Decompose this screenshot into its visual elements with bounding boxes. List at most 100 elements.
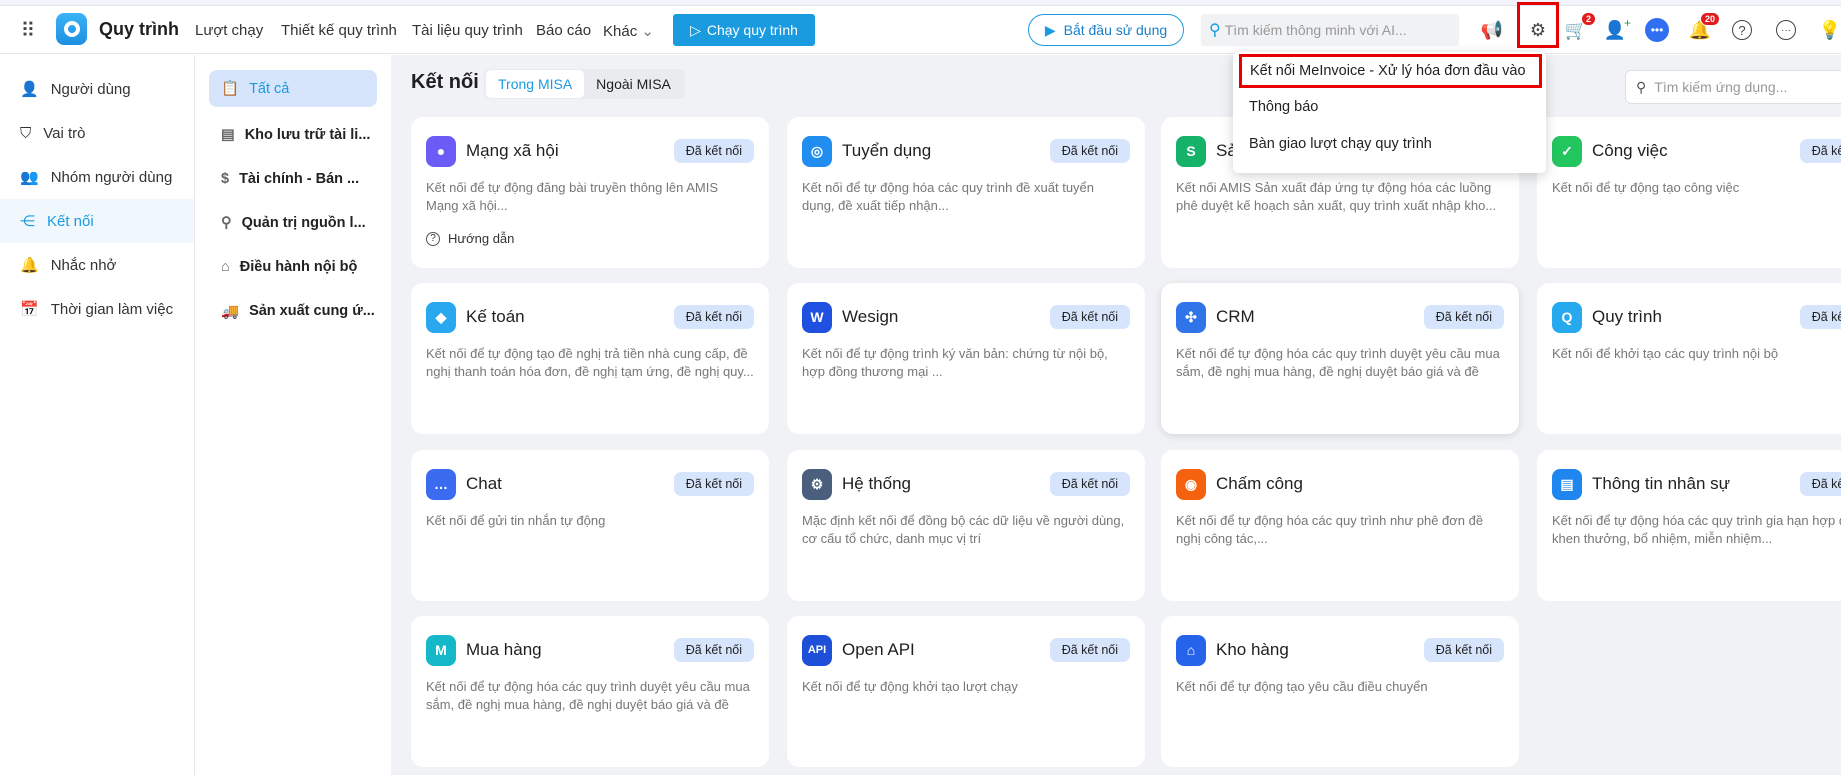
connection-card[interactable]: ✓ Công việc Đã kết nối Kết nối để tự động t… xyxy=(1537,117,1841,268)
app-logo xyxy=(56,13,87,45)
card-title: CRM xyxy=(1216,307,1255,326)
chat-icon[interactable]: ••• xyxy=(1645,18,1669,42)
category-hr[interactable]: ⚲ Quản trị nguồn l... xyxy=(209,201,377,245)
nav-docs[interactable]: Tài liệu quy trình xyxy=(412,22,523,39)
sidebar-item-groups[interactable]: 👥 Nhóm người dùng xyxy=(0,155,194,199)
card-description: Kết nối để khởi tạo các quy trình nội bộ xyxy=(1552,346,1779,361)
connected-badge: Đã kết nối xyxy=(673,139,754,163)
connected-badge: Đã kết nối xyxy=(1799,139,1841,163)
app-icon: Q xyxy=(1552,301,1582,333)
menu-item-meinvoice[interactable]: Kết nối MeInvoice - Xử lý hóa đơn đầu và… xyxy=(1239,54,1542,88)
guide-link[interactable]: ? Hướng dẫn xyxy=(426,231,754,246)
app-icon: ● xyxy=(426,135,456,167)
sidebar-item-label: Thời gian làm việc xyxy=(50,300,174,318)
sidebar-item-roles[interactable]: ⛉ Vai trò xyxy=(0,111,194,155)
connection-card[interactable]: ✣ CRM Đã kết nối Kết nối để tự động hóa các… xyxy=(1161,283,1519,434)
megaphone-icon[interactable]: 📢 xyxy=(1480,18,1504,42)
category-document-storage[interactable]: ▤ Kho lưu trữ tài li... xyxy=(209,113,377,157)
nav-more[interactable]: Khác ⌄ xyxy=(603,22,654,40)
connected-badge: Đã kết nối xyxy=(1423,638,1504,662)
card-header: ⌂ Kho hàng Đã kết nối xyxy=(1176,634,1504,666)
connection-card[interactable]: ◆ Kế toán Đã kết nối Kết nối để tự động tạo… xyxy=(411,283,769,434)
nav-reports[interactable]: Báo cáo xyxy=(536,22,591,39)
card-title: Chấm công xyxy=(1216,474,1303,493)
card-header: W Wesign Đã kết nối xyxy=(802,301,1130,333)
connection-card[interactable]: ◉ Chấm công Kết nối để tự động hóa các quy… xyxy=(1161,450,1519,601)
sidebar-item-users[interactable]: 👤 Người dùng xyxy=(0,67,194,111)
connection-card[interactable]: Q Quy trình Đã kết nối Kết nối để khởi tạo … xyxy=(1537,283,1841,434)
truck-icon: 🚚 xyxy=(221,303,240,320)
get-started-button[interactable]: ▶ Bắt đầu sử dụng xyxy=(1028,14,1184,46)
connection-card[interactable]: API Open API Đã kết nối Kết nối để tự động … xyxy=(787,616,1145,767)
help-circle-icon: ? xyxy=(426,231,440,246)
bell-icon: 🔔 xyxy=(20,257,39,274)
sidebar-item-connections[interactable]: ⋲ Kết nối xyxy=(0,199,194,243)
app-icon: S xyxy=(1176,135,1206,167)
menu-item-notifications[interactable]: Thông báo xyxy=(1233,88,1546,125)
card-title: Thông tin nhân sự xyxy=(1592,474,1731,493)
app-icon: ✓ xyxy=(1552,135,1582,167)
card-description: Kết nối để tự động hóa các quy trình như… xyxy=(1176,513,1484,546)
app-search-placeholder: Tìm kiếm ứng dụng... xyxy=(1654,79,1788,95)
connection-card[interactable]: ◎ Tuyển dụng Đã kết nối Kết nối để tự động … xyxy=(787,117,1145,268)
receipt-icon: $ xyxy=(221,171,230,187)
scope-tabs: Trong MISA Ngoài MISA xyxy=(484,69,685,99)
nav-design[interactable]: Thiết kế quy trình xyxy=(281,22,397,39)
nav-more-label: Khác xyxy=(603,23,638,40)
sidebar-item-label: Nhắc nhở xyxy=(50,256,117,274)
bell-icon[interactable]: 🔔 20 xyxy=(1688,12,1720,42)
connection-card[interactable]: ⌂ Kho hàng Đã kết nối Kết nối để tự động tạ… xyxy=(1161,616,1519,767)
category-finance[interactable]: $ Tài chính - Bán ... xyxy=(209,157,377,201)
category-internal-ops[interactable]: ⌂ Điều hành nội bộ xyxy=(209,245,377,289)
top-header: ⠿ Quy trình Lượt chạy Thiết kế quy trình… xyxy=(0,2,1841,54)
nav-runs[interactable]: Lượt chạy xyxy=(195,22,263,39)
tab-in-misa[interactable]: Trong MISA xyxy=(486,70,585,98)
connection-card[interactable]: ● Mạng xã hội Đã kết nối Kết nối để tự động… xyxy=(411,117,769,268)
connected-badge: Đã kết nối xyxy=(1799,305,1841,329)
sidebar-item-working-time[interactable]: 📅 Thời gian làm việc xyxy=(0,287,194,331)
category-all[interactable]: 📋 Tất cả xyxy=(209,70,377,107)
bell-badge: 20 xyxy=(1699,12,1720,26)
category-label: Tài chính - Bán ... xyxy=(239,171,360,187)
ai-search-icon: ⚲ xyxy=(1209,22,1221,39)
user-search-icon: ⚲ xyxy=(221,215,232,231)
app-search-input[interactable]: ⚲ Tìm kiếm ứng dụng... xyxy=(1625,70,1841,104)
gear-icon[interactable]: ⚙ xyxy=(1526,18,1550,42)
run-process-button[interactable]: ▷ Chạy quy trình xyxy=(673,14,815,46)
category-supply[interactable]: 🚚 Sản xuất cung ứ... xyxy=(209,289,377,333)
sidebar-item-reminders[interactable]: 🔔 Nhắc nhở xyxy=(0,243,194,287)
tab-outside-misa[interactable]: Ngoài MISA xyxy=(584,70,683,98)
ai-search-input[interactable]: ⚲ Tìm kiếm thông minh với AI... xyxy=(1201,14,1459,46)
card-description: Kết nối để tự động hóa các quy trình duy… xyxy=(1176,346,1500,379)
cart-icon[interactable]: 🛒 2 xyxy=(1564,12,1596,42)
lightbulb-icon[interactable]: 💡 xyxy=(1818,18,1841,42)
app-icon: W xyxy=(802,301,832,333)
app-icon: ⌂ xyxy=(1176,634,1206,666)
category-label: Kho lưu trữ tài li... xyxy=(244,127,371,143)
app-grid-icon[interactable]: ⠿ xyxy=(16,18,40,42)
help-icon[interactable]: ? xyxy=(1732,20,1752,40)
cart-badge: 2 xyxy=(1580,12,1596,26)
guide-label: Hướng dẫn xyxy=(448,231,515,246)
connection-card[interactable]: W Wesign Đã kết nối Kết nối để tự động trìn… xyxy=(787,283,1145,434)
connection-card[interactable]: … Chat Đã kết nối Kết nối để gửi tin nhắn t… xyxy=(411,450,769,601)
card-description: Kết nối để tự động tạo công việc xyxy=(1552,180,1740,195)
add-user-icon[interactable]: 👤 + xyxy=(1603,16,1631,42)
main-content: Kết nối Trong MISA Ngoài MISA ⚲ Tìm kiếm … xyxy=(391,55,1841,775)
connection-card[interactable]: ▤ Thông tin nhân sự Đã kết nối Kết nối để t… xyxy=(1537,450,1841,601)
connection-card[interactable]: M Mua hàng Đã kết nối Kết nối để tự động hó… xyxy=(411,616,769,767)
connection-card[interactable]: ⚙ Hệ thống Đã kết nối Mặc định kết nối để đ… xyxy=(787,450,1145,601)
card-description: Kết nối để tự động trình ký văn bản: chứ… xyxy=(802,346,1108,379)
card-description: Kết nối để tự động tạo đề nghị trả tiền … xyxy=(426,346,754,379)
sidebar-item-label: Vai trò xyxy=(43,124,86,142)
clipboard-check-icon: 📋 xyxy=(221,81,240,97)
connected-badge: Đã kết nối xyxy=(673,305,754,329)
menu-item-handover[interactable]: Bàn giao lượt chạy quy trình xyxy=(1233,125,1546,162)
card-header: ◆ Kế toán Đã kết nối xyxy=(426,301,754,333)
more-icon[interactable]: ··· xyxy=(1776,20,1796,40)
card-description: Kết nối để tự động hóa các quy trình gia… xyxy=(1552,513,1841,546)
category-label: Quản trị nguồn l... xyxy=(241,215,366,231)
connected-badge: Đã kết nối xyxy=(1049,139,1130,163)
app-icon: … xyxy=(426,468,456,500)
card-description: Kết nối để tự động hóa các quy trình đề … xyxy=(802,180,1095,213)
